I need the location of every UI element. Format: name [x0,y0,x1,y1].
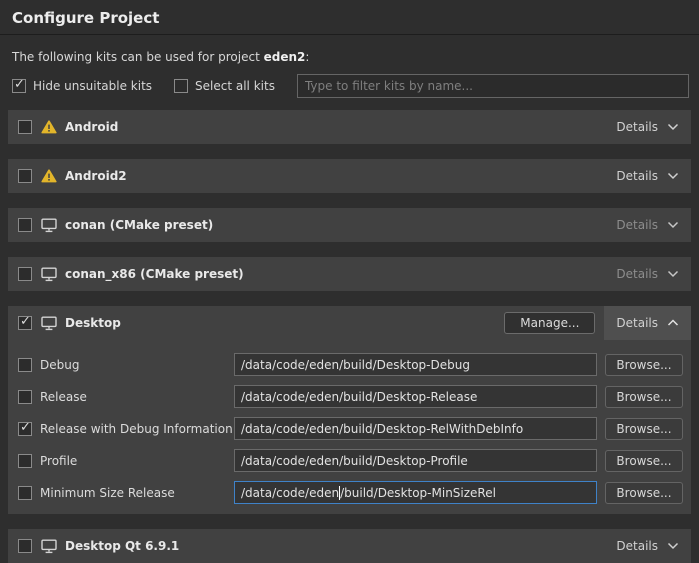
checkbox-checked-icon[interactable] [12,79,26,93]
build-config-row-profile: Profile Browse... [18,449,683,472]
build-config-list: Debug Browse... Release Browse... Releas… [8,340,691,514]
kits-description: The following kits can be used for proje… [0,35,699,64]
page-title: Configure Project [0,0,699,35]
config-label: Minimum Size Release [40,486,175,500]
build-config-row-debug: Debug Browse... [18,353,683,376]
details-label: Details [616,120,658,134]
kit-checkbox[interactable] [18,539,32,553]
details-toggle[interactable]: Details [604,159,691,193]
details-toggle[interactable]: Details [604,529,691,563]
browse-button[interactable]: Browse... [605,354,683,376]
hide-unsuitable-kits-label: Hide unsuitable kits [33,79,152,93]
build-config-row-relwithdebinfo: Release with Debug Information Browse... [18,417,683,440]
chevron-down-icon [667,270,679,278]
kit-checkbox[interactable] [18,169,32,183]
config-checkbox[interactable] [18,422,32,436]
browse-button[interactable]: Browse... [605,418,683,440]
kit-header: Android Details [8,110,691,144]
kit-row-desktop-qt: Desktop Qt 6.9.1 Details [8,529,691,563]
kit-name: Desktop [65,316,121,330]
select-all-kits-checkbox[interactable]: Select all kits [174,79,275,93]
config-left: Release with Debug Information [18,422,234,436]
kit-checkbox[interactable] [18,120,32,134]
kit-header: Desktop Qt 6.9.1 Details [8,529,691,563]
subtitle-prefix: The following kits can be used for proje… [12,50,264,64]
browse-button[interactable]: Browse... [605,450,683,472]
chevron-down-icon [667,542,679,550]
chevron-up-icon [667,319,679,327]
kit-header: conan_x86 (CMake preset) Details [8,257,691,291]
kit-name: conan_x86 (CMake preset) [65,267,244,281]
config-checkbox[interactable] [18,486,32,500]
kit-header: Desktop Manage... Details [8,306,691,340]
kit-header: Android2 Details [8,159,691,193]
config-left: Minimum Size Release [18,486,234,500]
details-toggle[interactable]: Details [604,257,691,291]
browse-button[interactable]: Browse... [605,386,683,408]
build-dir-input[interactable] [234,449,597,472]
manage-button[interactable]: Manage... [504,312,595,334]
config-left: Release [18,390,234,404]
config-label: Profile [40,454,77,468]
config-left: Debug [18,358,234,372]
config-label: Release with Debug Information [40,422,233,436]
details-label: Details [616,267,658,281]
kit-name: conan (CMake preset) [65,218,213,232]
kit-row-conan-x86: conan_x86 (CMake preset) Details [8,257,691,291]
desktop-monitor-icon [41,539,57,554]
config-label: Debug [40,358,79,372]
checkbox-unchecked-icon[interactable] [174,79,188,93]
project-name: eden2 [264,50,306,64]
path-text-after-caret: /build/Desktop-MinSizeRel [340,486,496,500]
config-checkbox[interactable] [18,390,32,404]
kit-row-android: Android Details [8,110,691,144]
chevron-down-icon [667,172,679,180]
kit-name: Desktop Qt 6.9.1 [65,539,179,553]
desktop-monitor-icon [41,316,57,331]
config-checkbox[interactable] [18,358,32,372]
build-config-row-minsizerel: Minimum Size Release /data/code/eden/bui… [18,481,683,504]
kit-filter-bar: Hide unsuitable kits Select all kits [0,64,699,98]
kit-checkbox[interactable] [18,316,32,330]
details-toggle[interactable]: Details [604,110,691,144]
details-label: Details [616,218,658,232]
warning-icon [41,169,57,183]
build-dir-input[interactable] [234,385,597,408]
details-label: Details [616,539,658,553]
kit-row-conan: conan (CMake preset) Details [8,208,691,242]
desktop-monitor-icon [41,267,57,282]
warning-icon [41,120,57,134]
kit-row-desktop: Desktop Manage... Details Debug Browse..… [8,306,691,514]
desktop-monitor-icon [41,218,57,233]
kit-name: Android [65,120,118,134]
kit-list: Android Details Android2 Details [8,110,691,563]
hide-unsuitable-kits-checkbox[interactable]: Hide unsuitable kits [12,79,152,93]
details-label: Details [616,169,658,183]
kit-name: Android2 [65,169,127,183]
kit-header: conan (CMake preset) Details [8,208,691,242]
build-config-row-release: Release Browse... [18,385,683,408]
details-label: Details [616,316,658,330]
kit-checkbox[interactable] [18,267,32,281]
subtitle-suffix: : [305,50,309,64]
details-toggle[interactable]: Details [604,306,691,340]
config-left: Profile [18,454,234,468]
kit-checkbox[interactable] [18,218,32,232]
select-all-kits-label: Select all kits [195,79,275,93]
build-dir-input-focused[interactable]: /data/code/eden/build/Desktop-MinSizeRel [234,481,597,504]
chevron-down-icon [667,221,679,229]
chevron-down-icon [667,123,679,131]
build-dir-input[interactable] [234,417,597,440]
config-checkbox[interactable] [18,454,32,468]
kit-filter-input[interactable] [297,74,689,98]
kit-row-android2: Android2 Details [8,159,691,193]
details-toggle[interactable]: Details [604,208,691,242]
config-label: Release [40,390,87,404]
build-dir-input[interactable] [234,353,597,376]
path-text-before-caret: /data/code/eden [241,486,339,500]
browse-button[interactable]: Browse... [605,482,683,504]
